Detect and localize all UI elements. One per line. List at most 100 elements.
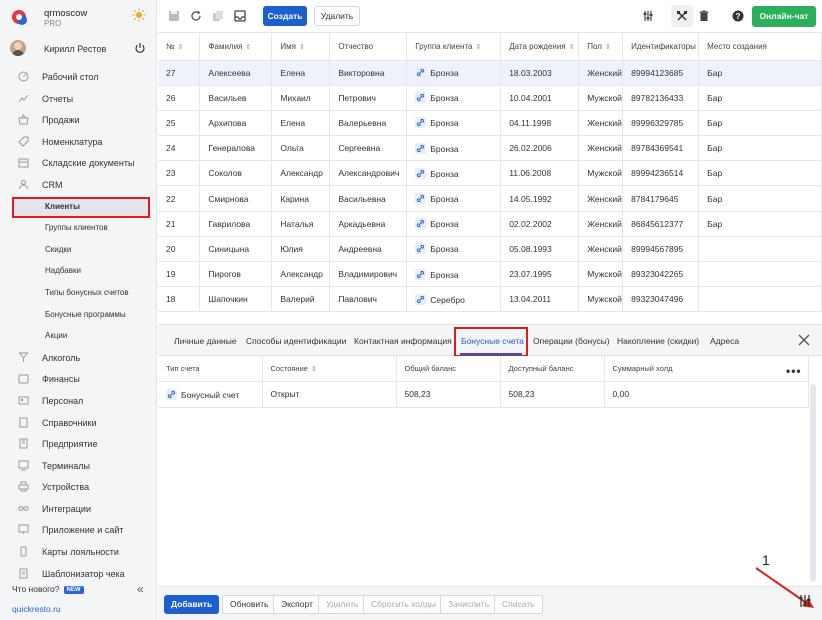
number-cell: 26 xyxy=(158,85,201,111)
new-badge: NEW xyxy=(63,586,84,594)
tab-contact-info[interactable]: Контактная информация xyxy=(354,336,452,346)
sidebar-item-warehouse[interactable]: Складские документы xyxy=(0,152,157,174)
column-header-state[interactable]: Состояние ⇕ xyxy=(262,356,397,382)
sidebar-item-nomenclature[interactable]: Номенклатура xyxy=(0,131,157,153)
gender-cell: Женский xyxy=(578,135,624,162)
sidebar-item-integrations[interactable]: Интеграции xyxy=(0,498,157,520)
refresh-button[interactable]: Обновить xyxy=(222,595,277,614)
sidebar-item-receipt-templates[interactable]: Шаблонизатор чека xyxy=(0,563,157,585)
table-row[interactable]: 19 Пирогов Александр Владимирович Бронза 23.0… xyxy=(158,261,822,288)
column-header-patronymic[interactable]: Отчество xyxy=(329,33,408,61)
building-icon xyxy=(19,438,28,449)
whats-new-link[interactable]: Что нового? NEW xyxy=(12,584,84,594)
delete-button[interactable]: Удалить xyxy=(314,6,360,26)
state-cell: Открыт xyxy=(262,381,397,408)
add-button[interactable]: Добавить xyxy=(164,595,220,614)
sidebar-subitem-bonus-programs[interactable]: Бонусные программы xyxy=(0,304,157,326)
debit-button[interactable]: Списать xyxy=(494,595,543,614)
birth-date-cell: 05.08.1993 xyxy=(500,236,580,263)
tools-button[interactable] xyxy=(671,5,693,27)
sidebar-item-crm[interactable]: CRM xyxy=(0,174,157,196)
sidebar-subitem-label: Акции xyxy=(45,331,68,341)
sidebar-item-reports[interactable]: Отчеты xyxy=(0,88,157,110)
table-row[interactable]: 23 Соколов Александр Александрович Бронза 11.… xyxy=(158,160,822,187)
copy-icon[interactable] xyxy=(212,10,224,22)
tab-personal-data[interactable]: Личные данные xyxy=(174,336,237,346)
user-profile[interactable]: Кирилл Рестов xyxy=(10,38,150,60)
table-row[interactable]: 18 Шапочкин Валерий Павлович Серебро 13.04.20… xyxy=(158,286,822,313)
sidebar-item-app-site[interactable]: Приложение и сайт xyxy=(0,519,157,541)
sidebar-item-alcohol[interactable]: Алкоголь xyxy=(0,347,157,369)
sidebar-subitem-label: Надбавки xyxy=(45,266,81,276)
credit-button[interactable]: Зачислить xyxy=(440,595,498,614)
column-header-last-name[interactable]: Фамилия ⇕ xyxy=(199,33,273,61)
column-header-available-balance[interactable]: Доступный баланс xyxy=(500,356,605,382)
tab-bonus-operations[interactable]: Операции (бонусы) xyxy=(533,336,610,346)
tab-accumulation[interactable]: Накопление (скидки) xyxy=(617,336,699,346)
table-row[interactable]: 25 Архипова Елена Валерьевна Бронза 04.11.199… xyxy=(158,110,822,137)
sidebar-subitem-discounts[interactable]: Скидки xyxy=(0,239,157,261)
sidebar-item-finance[interactable]: Финансы xyxy=(0,368,157,390)
phone-icon xyxy=(20,546,27,557)
first-name-cell: Михаил xyxy=(271,85,331,111)
active-tab-underline xyxy=(460,353,522,355)
column-header-account-type[interactable]: Тип счета xyxy=(158,356,263,382)
sidebar-item-loyalty-cards[interactable]: Карты лояльности xyxy=(0,541,157,563)
remove-button[interactable]: Удалить xyxy=(318,595,367,614)
trash-icon[interactable] xyxy=(698,10,710,22)
refresh-icon[interactable] xyxy=(190,10,202,22)
column-header-creation-place[interactable]: Место создания xyxy=(698,33,822,61)
close-icon[interactable] xyxy=(798,334,810,346)
sidebar-item-label: Продажи xyxy=(42,115,80,126)
create-button[interactable]: Создать xyxy=(263,6,307,26)
table-row[interactable]: 27 Алексеева Елена Викторовна Бронза 18.03.20… xyxy=(158,60,822,86)
column-header-number[interactable]: № ⇕ xyxy=(158,33,201,61)
sidebar-item-terminals[interactable]: Терминалы xyxy=(0,455,157,477)
online-chat-button[interactable]: Онлайн-чат xyxy=(752,6,816,27)
sidebar-item-staff[interactable]: Персонал xyxy=(0,390,157,412)
sidebar-item-references[interactable]: Справочники xyxy=(0,412,157,434)
table-row[interactable]: 22 Смирнова Карина Васильевна Бронза 14.05.19… xyxy=(158,185,822,212)
export-button[interactable]: Экспорт xyxy=(273,595,321,614)
sidebar-subitem-bonus-types[interactable]: Типы бонусных счетов xyxy=(0,282,157,304)
link-icon xyxy=(415,268,427,280)
tab-addresses[interactable]: Адреса xyxy=(710,336,739,346)
site-link[interactable]: quickresto.ru xyxy=(12,604,61,614)
sidebar-subitem-clients[interactable]: Клиенты xyxy=(0,196,157,218)
column-header-client-group[interactable]: Группа клиента ⇕ xyxy=(406,33,502,61)
power-icon[interactable] xyxy=(134,42,146,54)
brand[interactable]: qrmoscow PRO xyxy=(10,6,150,30)
more-options-icon[interactable]: ••• xyxy=(786,364,802,378)
sidebar-item-devices[interactable]: Устройства xyxy=(0,476,157,498)
reset-holds-button[interactable]: Сбросить холды xyxy=(363,595,444,614)
inbox-icon[interactable] xyxy=(234,10,246,22)
tab-identification-methods[interactable]: Способы идентификации xyxy=(246,336,346,346)
save-icon[interactable] xyxy=(168,10,180,22)
collapse-sidebar-icon[interactable]: « xyxy=(137,582,144,596)
column-header-first-name[interactable]: Имя ⇕ xyxy=(271,33,331,61)
column-settings-icon[interactable] xyxy=(642,10,654,22)
table-row[interactable]: Бонусный счет Открыт 508,23 508,23 0,00 xyxy=(158,381,809,408)
client-group-cell: Бронза xyxy=(406,60,502,86)
column-header-total-balance[interactable]: Общий баланс xyxy=(396,356,501,382)
scrollbar[interactable] xyxy=(810,384,816,582)
help-icon[interactable]: ? xyxy=(732,10,744,22)
sidebar-subitem-markups[interactable]: Надбавки xyxy=(0,260,157,282)
sidebar-item-label: Терминалы xyxy=(42,460,90,471)
panel-settings-icon[interactable] xyxy=(798,594,812,608)
table-row[interactable]: 24 Генералова Ольга Сергеевна Бронза 26.02.20… xyxy=(158,135,822,162)
sidebar-subitem-promotions[interactable]: Акции xyxy=(0,325,157,347)
sidebar-item-desktop[interactable]: Рабочий стол xyxy=(0,66,157,88)
column-header-identifiers[interactable]: Идентификаторы xyxy=(622,33,700,61)
table-row[interactable]: 20 Синицына Юлия Андреевна Бронза 05.08.1993 Ж… xyxy=(158,236,822,263)
sidebar-item-enterprise[interactable]: Предприятие xyxy=(0,433,157,455)
sidebar-item-sales[interactable]: Продажи xyxy=(0,109,157,131)
sun-icon[interactable] xyxy=(132,8,146,22)
tab-bonus-accounts[interactable]: Бонусные счета xyxy=(461,336,524,346)
table-row[interactable]: 21 Гаврилова Наталья Аркадьевна Бронза 02.02.… xyxy=(158,211,822,237)
column-header-gender[interactable]: Пол ⇕ xyxy=(578,33,624,61)
column-header-total-hold[interactable]: Суммарный холд xyxy=(604,356,809,382)
column-header-birth-date[interactable]: Дата рождения ⇕ xyxy=(500,33,580,61)
sidebar-subitem-client-groups[interactable]: Группы клиентов xyxy=(0,217,157,239)
table-row[interactable]: 26 Васильев Михаил Петрович Бронза 10.04.2001… xyxy=(158,85,822,111)
